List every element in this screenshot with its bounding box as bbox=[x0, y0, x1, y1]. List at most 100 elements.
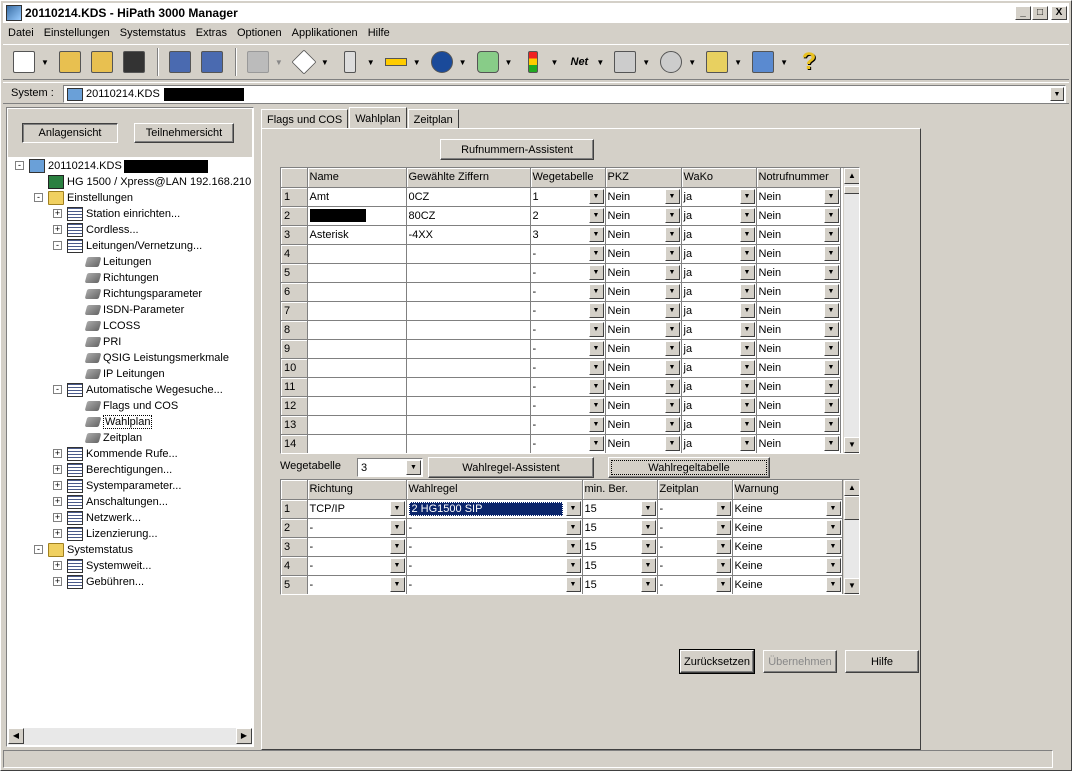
expand-icon[interactable]: + bbox=[53, 577, 62, 586]
chevron-down-icon[interactable]: ▼ bbox=[664, 359, 680, 375]
expand-icon[interactable]: + bbox=[53, 209, 62, 218]
anlagensicht-button[interactable]: Anlagensicht bbox=[22, 123, 118, 143]
chevron-down-icon[interactable]: ▼ bbox=[734, 58, 742, 67]
chevron-down-icon[interactable]: ▼ bbox=[739, 226, 755, 242]
chevron-down-icon[interactable]: ▼ bbox=[588, 283, 604, 299]
traffic-light-icon[interactable] bbox=[518, 47, 548, 77]
collapse-icon[interactable]: - bbox=[53, 385, 62, 394]
tree-config-icon[interactable] bbox=[610, 47, 640, 77]
table-cell[interactable]: Amt bbox=[307, 187, 407, 207]
menu-einstellungen[interactable]: Einstellungen bbox=[39, 27, 115, 39]
table-cell[interactable]: Nein ▼ bbox=[756, 225, 841, 245]
table-cell[interactable]: Nein ▼ bbox=[605, 206, 682, 226]
minimize-button[interactable]: _ bbox=[1015, 6, 1031, 20]
table-cell[interactable]: - ▼ bbox=[530, 339, 606, 359]
tree-item[interactable]: Flags und COS bbox=[84, 398, 178, 414]
chevron-down-icon[interactable]: ▼ bbox=[640, 500, 656, 516]
chevron-down-icon[interactable]: ▼ bbox=[588, 264, 604, 280]
table-cell[interactable]: ja ▼ bbox=[681, 339, 757, 359]
table-cell[interactable]: ja ▼ bbox=[681, 225, 757, 245]
table-cell[interactable]: 15 ▼ bbox=[582, 499, 658, 519]
table-cell[interactable]: Nein ▼ bbox=[605, 225, 682, 245]
table-cell[interactable]: ja ▼ bbox=[681, 187, 757, 207]
chevron-down-icon[interactable]: ▼ bbox=[640, 557, 656, 573]
maximize-button[interactable]: □ bbox=[1032, 6, 1048, 20]
chevron-down-icon[interactable]: ▼ bbox=[642, 58, 650, 67]
open-folder-icon[interactable] bbox=[87, 47, 117, 77]
chevron-down-icon[interactable]: ▼ bbox=[823, 188, 839, 204]
expand-icon[interactable]: + bbox=[53, 225, 62, 234]
table-cell[interactable]: - ▼ bbox=[657, 556, 733, 576]
table-cell[interactable]: Nein ▼ bbox=[756, 263, 841, 283]
chevron-down-icon[interactable]: ▼ bbox=[664, 207, 680, 223]
chevron-down-icon[interactable]: ▼ bbox=[367, 58, 375, 67]
chevron-down-icon[interactable]: ▼ bbox=[739, 340, 755, 356]
table-cell[interactable]: - ▼ bbox=[530, 320, 606, 340]
chevron-down-icon[interactable]: ▼ bbox=[825, 538, 841, 554]
save-icon[interactable] bbox=[119, 47, 149, 77]
chevron-down-icon[interactable]: ▼ bbox=[565, 519, 581, 535]
table-cell[interactable]: ja ▼ bbox=[681, 415, 757, 435]
chevron-down-icon[interactable]: ▼ bbox=[823, 245, 839, 261]
tree-item[interactable]: + Netzwerk... bbox=[53, 510, 141, 526]
chevron-down-icon[interactable]: ▼ bbox=[389, 538, 405, 554]
horizontal-scrollbar[interactable]: ◀ ▶ bbox=[8, 728, 252, 745]
chevron-down-icon[interactable]: ▼ bbox=[715, 500, 731, 516]
tree-item[interactable]: + Station einrichten... bbox=[53, 206, 180, 222]
tree-item[interactable]: - Automatische Wegesuche... bbox=[53, 382, 223, 398]
table-cell[interactable]: 15 ▼ bbox=[582, 556, 658, 576]
tab-zeitplan[interactable]: Zeitplan bbox=[407, 109, 459, 129]
tree-item[interactable]: - 20110214.KDS bbox=[15, 158, 208, 174]
chevron-down-icon[interactable]: ▼ bbox=[823, 340, 839, 356]
wegetabelle-select[interactable]: 3 ▼ bbox=[357, 458, 423, 477]
wahlregeltabelle-button[interactable]: Wahlregeltabelle bbox=[608, 457, 770, 478]
chevron-down-icon[interactable]: ▼ bbox=[321, 58, 329, 67]
table-cell[interactable]: - ▼ bbox=[307, 537, 407, 557]
scroll-up-icon[interactable]: ▲ bbox=[844, 480, 859, 496]
chevron-down-icon[interactable]: ▼ bbox=[715, 519, 731, 535]
table-cell[interactable] bbox=[406, 263, 531, 283]
table-cell[interactable]: ja ▼ bbox=[681, 358, 757, 378]
chevron-down-icon[interactable]: ▼ bbox=[823, 302, 839, 318]
table-cell[interactable] bbox=[406, 339, 531, 359]
table-cell[interactable] bbox=[406, 377, 531, 397]
chevron-down-icon[interactable]: ▼ bbox=[588, 378, 604, 394]
table-cell[interactable]: Keine ▼ bbox=[732, 518, 843, 538]
table-cell[interactable] bbox=[406, 301, 531, 321]
table-cell[interactable]: - ▼ bbox=[307, 556, 407, 576]
tree-item[interactable]: + Anschaltungen... bbox=[53, 494, 168, 510]
vertical-scrollbar[interactable]: ▲ ▼ bbox=[843, 168, 859, 453]
chevron-down-icon[interactable]: ▼ bbox=[505, 58, 513, 67]
chevron-down-icon[interactable]: ▼ bbox=[588, 188, 604, 204]
table-cell[interactable]: Nein ▼ bbox=[756, 415, 841, 435]
chevron-down-icon[interactable]: ▼ bbox=[640, 519, 656, 535]
help-button[interactable]: Hilfe bbox=[845, 650, 919, 673]
table-cell[interactable]: - ▼ bbox=[406, 537, 583, 557]
table-cell[interactable]: - ▼ bbox=[530, 358, 606, 378]
table-cell[interactable]: - ▼ bbox=[530, 301, 606, 321]
table-cell[interactable]: 15 ▼ bbox=[582, 575, 658, 594]
reset-button[interactable]: Zurücksetzen bbox=[679, 649, 755, 674]
table-cell[interactable] bbox=[406, 358, 531, 378]
puzzle-icon[interactable] bbox=[473, 47, 503, 77]
chevron-down-icon[interactable]: ▼ bbox=[588, 207, 604, 223]
net-icon[interactable]: Net bbox=[564, 47, 594, 77]
table-cell[interactable]: - ▼ bbox=[530, 434, 606, 453]
help-icon[interactable]: ? bbox=[794, 47, 824, 77]
chevron-down-icon[interactable]: ▼ bbox=[389, 519, 405, 535]
tree-item[interactable]: - Einstellungen bbox=[34, 190, 133, 206]
table-cell[interactable]: 3 ▼ bbox=[530, 225, 606, 245]
table-cell[interactable]: ja ▼ bbox=[681, 377, 757, 397]
table-cell[interactable]: ja ▼ bbox=[681, 282, 757, 302]
chevron-down-icon[interactable]: ▼ bbox=[823, 264, 839, 280]
tree-item[interactable]: + Kommende Rufe... bbox=[53, 446, 178, 462]
chevron-down-icon[interactable]: ▼ bbox=[823, 321, 839, 337]
chevron-down-icon[interactable]: ▼ bbox=[739, 435, 755, 451]
table-cell[interactable]: Asterisk bbox=[307, 225, 407, 245]
table-cell[interactable]: - ▼ bbox=[307, 575, 407, 594]
chevron-down-icon[interactable]: ▼ bbox=[739, 321, 755, 337]
table-cell[interactable]: Keine ▼ bbox=[732, 537, 843, 557]
tab-flags-und-cos[interactable]: Flags und COS bbox=[261, 109, 349, 129]
chevron-down-icon[interactable]: ▼ bbox=[565, 538, 581, 554]
expand-icon[interactable]: + bbox=[53, 561, 62, 570]
